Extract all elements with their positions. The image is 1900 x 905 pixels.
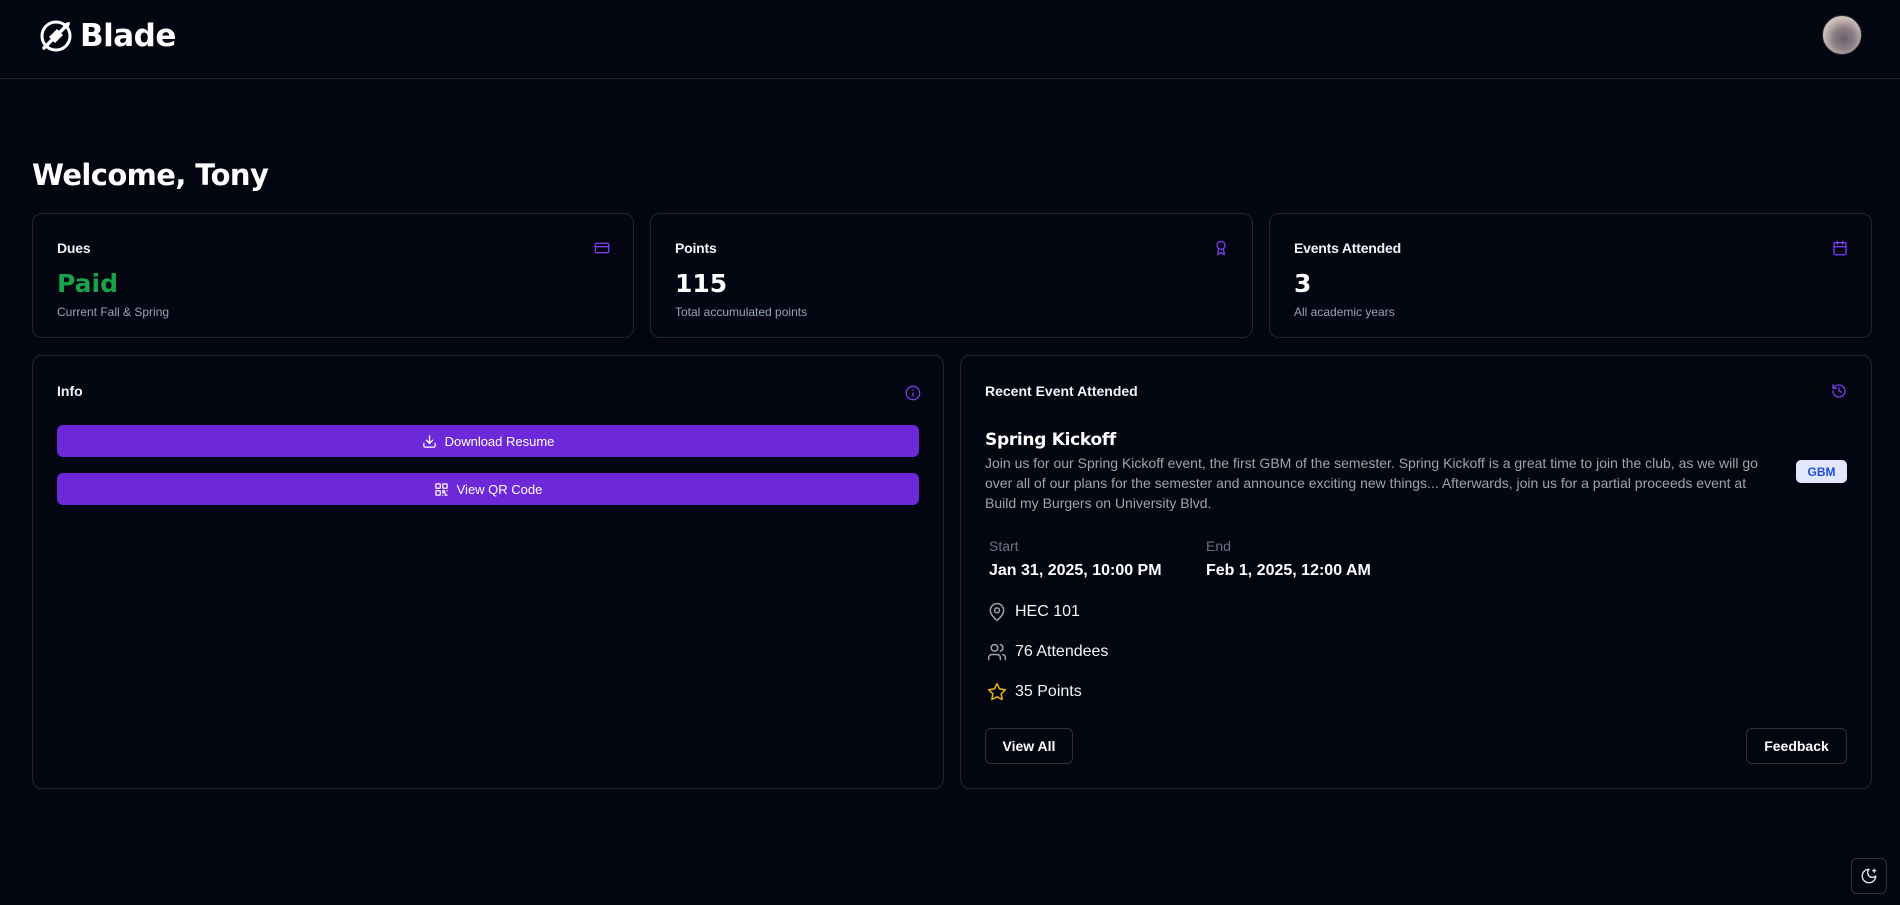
download-resume-label: Download Resume [444, 433, 555, 449]
blade-logo-icon [40, 20, 72, 52]
download-icon [422, 434, 436, 448]
award-icon [1213, 240, 1229, 256]
top-navigation-bar: Blade [0, 0, 1900, 79]
feedback-button[interactable]: Feedback [1746, 728, 1847, 764]
events-attended-card: Events Attended 3 All academic years [1269, 213, 1872, 338]
info-panel: Info Download Resume View QR Code [32, 355, 944, 789]
user-avatar[interactable] [1822, 15, 1862, 55]
credit-card-icon [594, 240, 610, 256]
event-type-badge: GBM [1796, 460, 1847, 483]
qr-code-icon [434, 482, 448, 496]
info-title: Info [57, 383, 83, 399]
start-label: Start [989, 538, 1019, 554]
event-description: Join us for our Spring Kickoff event, th… [985, 455, 1758, 511]
end-value: Feb 1, 2025, 12:00 AM [1206, 562, 1371, 579]
view-qr-code-button[interactable]: View QR Code [57, 473, 919, 505]
theme-toggle-button[interactable] [1851, 858, 1887, 894]
recent-event-title: Recent Event Attended [985, 383, 1138, 399]
event-attendees: 76 Attendees [987, 642, 1108, 662]
dues-value: Paid [57, 269, 118, 298]
event-location: HEC 101 [987, 602, 1080, 622]
events-attended-subtitle: All academic years [1294, 305, 1395, 319]
app-name: Blade [80, 18, 176, 54]
dues-card: Dues Paid Current Fall & Spring [32, 213, 634, 338]
points-subtitle: Total accumulated points [675, 305, 808, 319]
calendar-icon [1832, 240, 1848, 256]
moon-stars-icon [1861, 868, 1877, 884]
dues-title: Dues [57, 240, 91, 256]
start-value: Jan 31, 2025, 10:00 PM [989, 562, 1162, 579]
history-icon [1831, 383, 1847, 399]
event-points: 35 Points [987, 682, 1082, 702]
events-attended-value: 3 [1294, 269, 1312, 298]
points-card: Points 115 Total accumulated points [650, 213, 1253, 338]
download-resume-button[interactable]: Download Resume [57, 425, 919, 457]
event-points-text: 35 Points [1015, 683, 1082, 700]
users-icon [987, 643, 1007, 661]
event-location-text: HEC 101 [1015, 603, 1080, 620]
map-pin-icon [989, 602, 1005, 622]
events-attended-title: Events Attended [1294, 240, 1401, 256]
view-all-button[interactable]: View All [985, 728, 1073, 764]
star-icon [987, 682, 1007, 701]
points-value: 115 [675, 269, 728, 298]
brand-home-link[interactable]: Blade [38, 17, 176, 55]
welcome-heading: Welcome, Tony [32, 158, 269, 192]
points-title: Points [675, 240, 717, 256]
end-label: End [1206, 538, 1231, 554]
event-attendees-text: 76 Attendees [1015, 643, 1109, 660]
info-icon [905, 385, 921, 401]
view-qr-code-label: View QR Code [456, 481, 543, 497]
recent-event-panel: Recent Event Attended Spring Kickoff Joi… [960, 355, 1872, 789]
event-name: Spring Kickoff [985, 430, 1117, 450]
dues-subtitle: Current Fall & Spring [57, 305, 170, 319]
